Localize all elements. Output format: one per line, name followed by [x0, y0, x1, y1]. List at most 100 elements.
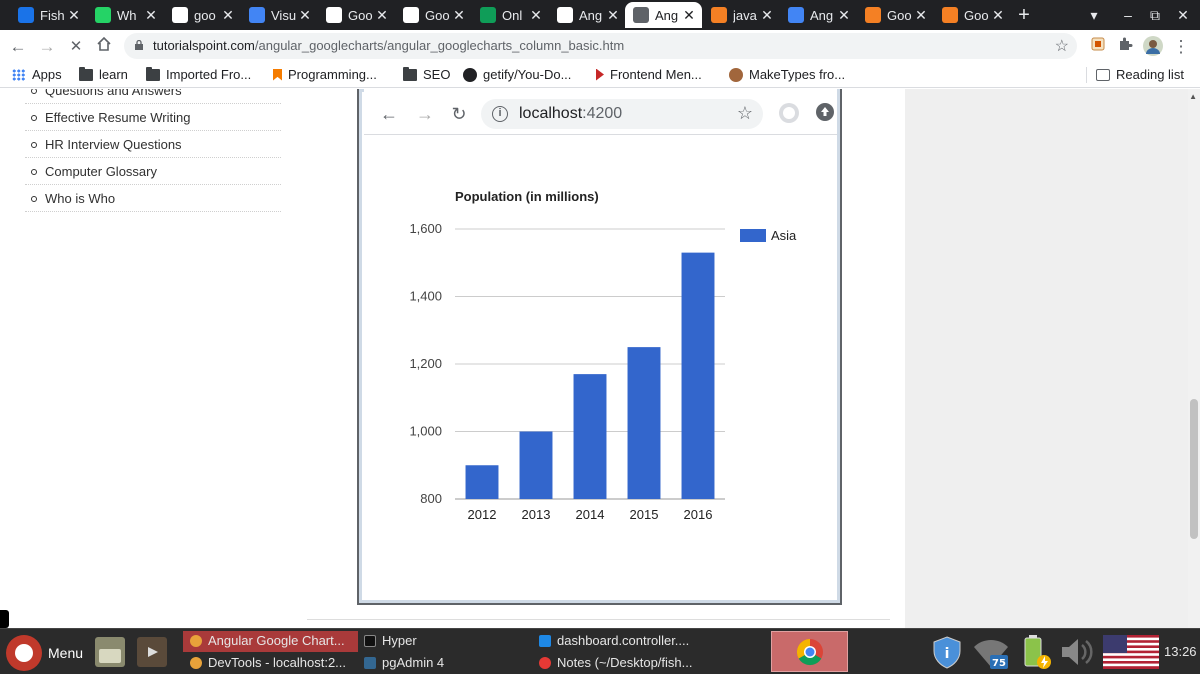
tab[interactable]: Goo ✕ — [857, 2, 934, 28]
left-sidebar: Questions and Answers Effective Resume W… — [0, 89, 295, 628]
close-tab-icon[interactable]: ✕ — [298, 7, 312, 24]
tab-title: Fish — [40, 7, 65, 23]
forward-arrow-icon[interactable]: → — [36, 36, 58, 58]
chrome-taskbar-button[interactable] — [771, 631, 848, 672]
close-tab-icon[interactable]: ✕ — [837, 7, 851, 24]
file-manager-launcher-icon[interactable] — [95, 637, 125, 667]
feedback-tab[interactable] — [0, 610, 9, 628]
close-tab-icon[interactable]: ✕ — [991, 7, 1005, 24]
close-tab-icon[interactable]: ✕ — [606, 7, 620, 24]
close-tab-icon[interactable]: ✕ — [67, 7, 81, 24]
bookmark-item[interactable]: getify/You-Do... — [463, 67, 571, 82]
openai-icon — [326, 7, 342, 23]
close-tab-icon[interactable]: ✕ — [144, 7, 158, 24]
sidebar-item-glossary[interactable]: Computer Glossary — [25, 158, 281, 185]
us-flag-keyboard-layout-icon[interactable] — [1103, 635, 1159, 669]
bookmark-label: Imported Fro... — [166, 67, 252, 82]
close-tab-icon[interactable]: ✕ — [529, 7, 543, 24]
update-shield-icon[interactable]: i — [930, 635, 964, 669]
restore-icon[interactable]: ⧉ — [1144, 4, 1166, 26]
stop-loading-icon[interactable]: ✕ — [65, 36, 87, 58]
wifi-icon[interactable]: 75 — [972, 635, 1010, 669]
sidebar-item-label[interactable]: HR Interview Questions — [45, 137, 182, 152]
new-tab-button[interactable]: + — [1013, 4, 1035, 26]
task-pgadmin[interactable]: pgAdmin 4 — [364, 655, 524, 670]
sidebar-item-questions[interactable]: Questions and Answers — [25, 89, 281, 104]
tab-title: Onl — [502, 7, 523, 23]
vscode-icon — [539, 635, 551, 647]
bullet-icon — [31, 169, 37, 175]
extension-icon[interactable] — [1087, 36, 1109, 58]
start-menu-button[interactable]: Menu — [4, 633, 88, 671]
sidebar-item-label[interactable]: Questions and Answers — [45, 89, 182, 98]
task-vscode[interactable]: dashboard.controller.... — [539, 633, 719, 648]
chart-title: Population (in millions) — [455, 189, 599, 204]
scrollbar-thumb[interactable] — [1190, 399, 1198, 539]
clock: 13:26 — [1164, 644, 1197, 659]
tab-search-icon[interactable]: ▾ — [1083, 4, 1105, 26]
task-notes[interactable]: Notes (~/Desktop/fish... — [539, 655, 719, 670]
battery-icon[interactable] — [1022, 635, 1052, 669]
minimize-icon[interactable]: – — [1117, 4, 1139, 26]
x-tick-label: 2012 — [468, 507, 497, 522]
embedded-forward-icon: → — [416, 104, 434, 124]
tab[interactable]: Fish ✕ — [10, 2, 87, 28]
task-label: Notes (~/Desktop/fish... — [557, 655, 693, 670]
tab[interactable]: Ang ✕ — [625, 2, 702, 28]
close-tab-icon[interactable]: ✕ — [682, 7, 696, 24]
bookmark-item[interactable]: Programming... — [273, 67, 377, 82]
sidebar-item-label[interactable]: Effective Resume Writing — [45, 110, 190, 125]
bookmark-item[interactable]: Apps — [12, 67, 62, 82]
profile-avatar-icon[interactable] — [1142, 36, 1164, 58]
bookmark-item[interactable]: Frontend Men... — [596, 67, 702, 82]
embedded-profile-icon — [778, 103, 800, 128]
close-tab-icon[interactable]: ✕ — [375, 7, 389, 24]
reading-list-button[interactable]: Reading list — [1096, 67, 1184, 82]
address-bar[interactable]: tutorialspoint.com/angular_googlecharts/… — [124, 33, 1077, 59]
close-tab-icon[interactable]: ✕ — [221, 7, 235, 24]
task-hyper[interactable]: Hyper — [364, 633, 524, 648]
sidebar-item-who-is-who[interactable]: Who is Who — [25, 185, 281, 212]
frontend-masters-icon — [596, 68, 604, 81]
column-chart: Population (in millions) 800 1,000 1,200 1,4… — [409, 189, 797, 522]
kebab-menu-icon[interactable]: ⋮ — [1170, 36, 1192, 58]
bookmark-item[interactable]: Imported Fro... — [146, 66, 252, 82]
bookmark-item[interactable]: SEO — [403, 66, 450, 82]
tab[interactable]: Goo ✕ — [934, 2, 1011, 28]
task-devtools[interactable]: DevTools - localhost:2... — [190, 655, 355, 670]
close-tab-icon[interactable]: ✕ — [760, 7, 774, 24]
sidebar-item-resume[interactable]: Effective Resume Writing — [25, 104, 281, 131]
x-tick-label: 2015 — [630, 507, 659, 522]
tab[interactable]: Visu ✕ — [241, 2, 318, 28]
sidebar-item-hr-questions[interactable]: HR Interview Questions — [25, 131, 281, 158]
tab[interactable]: Goo ✕ — [318, 2, 395, 28]
bookmark-label: Apps — [32, 67, 62, 82]
tab[interactable]: Goo ✕ — [395, 2, 472, 28]
scroll-up-arrow-icon[interactable]: ▲ — [1189, 92, 1197, 101]
openai-icon — [557, 7, 573, 23]
sidebar-item-label[interactable]: Who is Who — [45, 191, 115, 206]
volume-icon[interactable] — [1058, 635, 1098, 669]
page-scrollbar[interactable]: ▲ — [1188, 89, 1200, 628]
legend-label: Asia — [771, 228, 797, 243]
tab[interactable]: java ✕ — [703, 2, 780, 28]
github-icon — [463, 67, 477, 82]
tab[interactable]: Wh ✕ — [87, 2, 164, 28]
media-player-launcher-icon[interactable] — [137, 637, 167, 667]
task-angular-chart[interactable]: Angular Google Chart... — [190, 633, 355, 648]
extensions-puzzle-icon[interactable] — [1114, 36, 1136, 58]
back-arrow-icon[interactable]: ← — [7, 36, 29, 58]
bookmark-item[interactable]: MakeTypes fro... — [729, 67, 845, 82]
tab-title: java — [733, 7, 757, 23]
tab[interactable]: goo ✕ — [164, 2, 241, 28]
close-window-icon[interactable]: ✕ — [1172, 4, 1194, 26]
close-tab-icon[interactable]: ✕ — [914, 7, 928, 24]
home-icon[interactable] — [93, 36, 115, 58]
tab[interactable]: Ang ✕ — [549, 2, 626, 28]
sidebar-item-label[interactable]: Computer Glossary — [45, 164, 157, 179]
bookmark-item[interactable]: learn — [79, 66, 128, 82]
tab[interactable]: Onl ✕ — [472, 2, 549, 28]
bookmark-star-icon[interactable]: ☆ — [1055, 36, 1069, 56]
tab[interactable]: Ang ✕ — [780, 2, 857, 28]
close-tab-icon[interactable]: ✕ — [452, 7, 466, 24]
